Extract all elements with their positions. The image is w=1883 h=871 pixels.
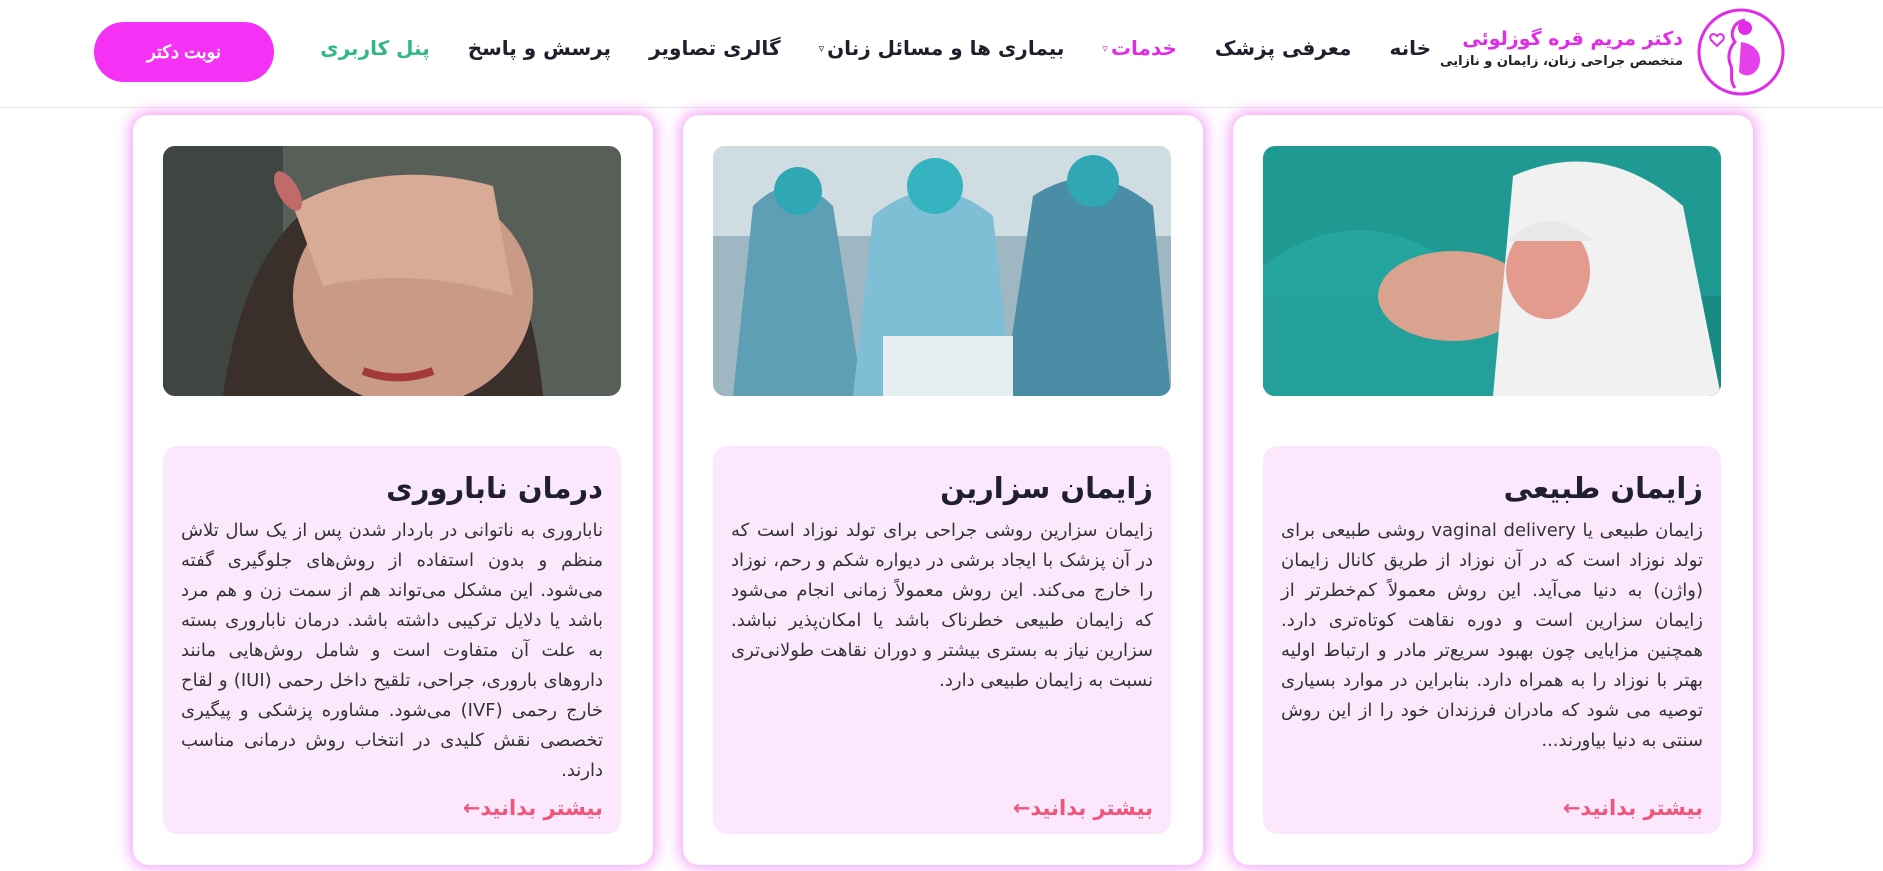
card-text: زایمان سزارین روشی جراحی برای تولد نوزاد… (731, 520, 1153, 691)
nav-item-diseases[interactable]: بیماری ها و مسائل زنان ▿ (819, 36, 1065, 60)
nav-item-about-doctor[interactable]: معرفی پزشک (1215, 36, 1352, 60)
card-title: درمان ناباروری (386, 471, 603, 505)
card-title: زایمان طبیعی (1503, 471, 1703, 505)
service-card-infertility: درمان ناباروری ناباروری به ناتوانی در با… (133, 115, 653, 865)
chevron-down-icon: ▿ (818, 41, 825, 55)
distressed-woman-image (163, 146, 621, 396)
card-body: زایمان طبیعی زایمان طبیعی یا vaginal del… (1263, 446, 1721, 834)
surgeons-operating-image (713, 146, 1171, 396)
service-card-natural-birth: زایمان طبیعی زایمان طبیعی یا vaginal del… (1233, 115, 1753, 865)
learn-more-link[interactable]: بیشتر بدانید← (463, 796, 603, 820)
brand-name: دکتر مریم قره گوزلوئی (1462, 28, 1683, 50)
nav-item-gallery[interactable]: گالری تصاویر (649, 36, 781, 60)
service-card-cesarean: زایمان سزارین زایمان سزارین روشی جراحی ب… (683, 115, 1203, 865)
book-appointment-button[interactable]: نوبت دکتر (94, 22, 274, 82)
logo[interactable] (1693, 6, 1789, 98)
learn-more-link[interactable]: بیشتر بدانید← (1013, 796, 1153, 820)
nav-item-diseases-label: بیماری ها و مسائل زنان (827, 36, 1065, 60)
card-text: ناباروری به ناتوانی در باردار شدن پس از … (181, 520, 603, 781)
nav-item-services[interactable]: خدمات ▿ (1102, 36, 1177, 60)
pregnant-woman-logo-icon (1697, 8, 1785, 96)
card-text: زایمان طبیعی یا vaginal delivery روشی طب… (1281, 520, 1703, 751)
card-body: درمان ناباروری ناباروری به ناتوانی در با… (163, 446, 621, 834)
learn-more-link[interactable]: بیشتر بدانید← (1563, 796, 1703, 820)
nav-item-home[interactable]: خانه (1389, 36, 1431, 60)
chevron-down-icon: ▿ (1102, 41, 1108, 55)
card-body: زایمان سزارین زایمان سزارین روشی جراحی ب… (713, 446, 1171, 834)
card-title: زایمان سزارین (940, 471, 1153, 505)
nav-item-services-label: خدمات (1110, 36, 1177, 60)
nav-item-faq[interactable]: پرسش و پاسخ (468, 36, 611, 60)
nav-item-user-panel[interactable]: پنل کاربری (320, 36, 429, 60)
site-header: دکتر مریم قره گوزلوئی متخصص جراحی زنان، … (0, 0, 1883, 108)
natural-birth-image (1263, 146, 1721, 396)
brand: دکتر مریم قره گوزلوئی متخصص جراحی زنان، … (1440, 26, 1683, 72)
brand-subtitle: متخصص جراحی زنان، زایمان و نازایی (1440, 54, 1683, 69)
main-nav: خانه معرفی پزشک خدمات ▿ بیماری ها و مسائ… (282, 36, 1431, 60)
